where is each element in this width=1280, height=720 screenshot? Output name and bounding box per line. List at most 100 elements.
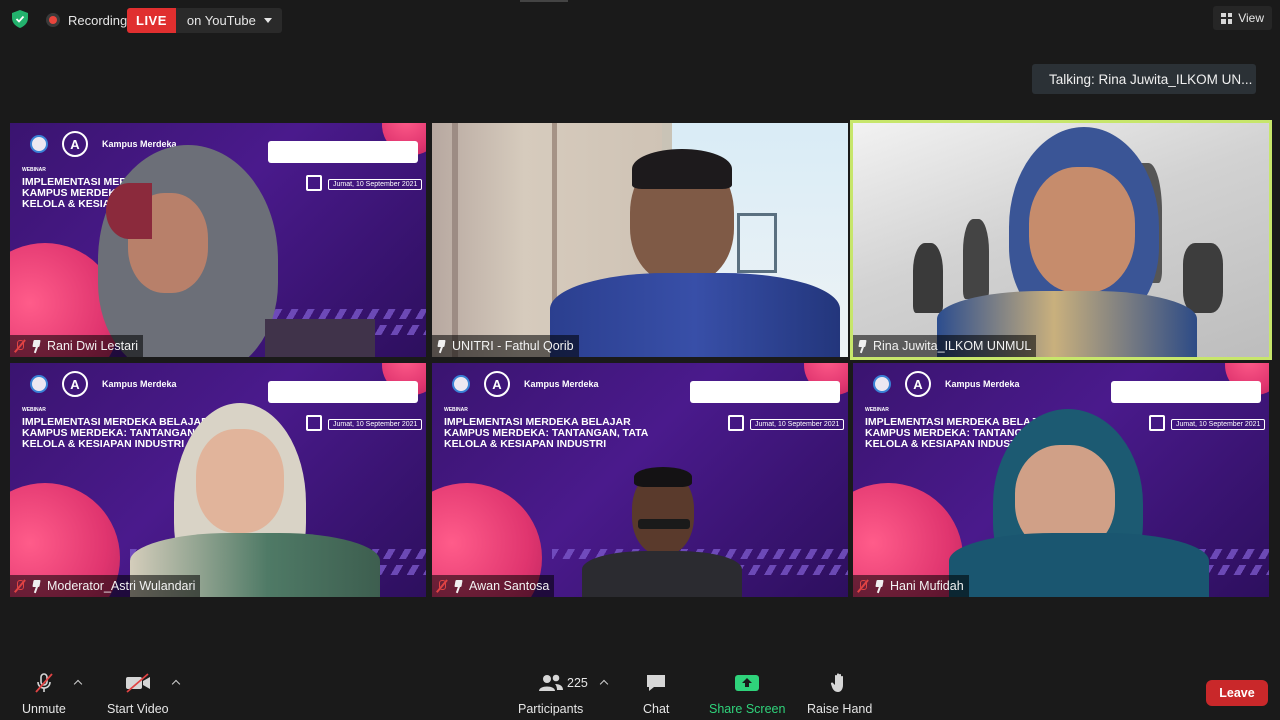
webinar-headline: Implementasi Merdeka Belajar Kampus Merd… [444,416,648,450]
gallery-grid-icon [1221,12,1233,24]
recording-label: Recording [68,12,128,28]
recording-icon [46,13,60,27]
recording-indicator[interactable]: Recording [40,8,133,32]
spotlight-pin-icon [857,340,868,353]
spotlight-pin-icon [436,340,447,353]
raise-hand-icon [830,673,843,692]
webinar-label: WEBINAR [22,167,46,173]
active-speaker-indicator: Talking: Rina Juwita_ILKOM UN... [1032,64,1256,94]
video-tile-fathul[interactable]: UNITRI - Fathul Qorib [432,123,848,357]
live-stream-dropdown[interactable]: LIVE on YouTube [127,8,282,33]
chat-label: Chat [643,702,670,716]
participants-icon [538,674,563,691]
audio-options-chevron-icon[interactable] [74,679,82,687]
top-drag-handle[interactable] [520,0,568,2]
participant-clothing [949,533,1209,597]
calendar-icon [306,415,322,431]
participant-name: Moderator_Astri Wulandari [47,579,196,593]
accreditation-logo-icon: A [62,131,88,157]
partner-logos: A Kampus Merdeka [873,371,1020,397]
participant-name: Rina Juwita_ILKOM UNMUL [873,339,1032,353]
university-logo-icon [873,375,891,393]
sponsor-strip [690,381,840,403]
view-button[interactable]: View [1213,6,1272,30]
webinar-label: WEBINAR [22,407,46,413]
participant-hair [632,149,732,189]
event-date: Jumat, 10 September 2021 [328,419,423,430]
participant-name: Awan Santosa [469,579,550,593]
participant-face [196,429,284,533]
university-logo-icon [452,375,470,393]
leave-button[interactable]: Leave [1206,680,1268,706]
background-person-1 [913,243,943,313]
sponsor-strip [268,141,418,163]
university-logo-icon [30,375,48,393]
kampus-merdeka-logo: Kampus Merdeka [524,378,599,389]
mic-muted-icon [857,579,869,593]
participant-glasses [638,519,690,529]
accreditation-logo-icon: A [905,371,931,397]
participants-options-chevron-icon[interactable] [600,679,608,687]
share-screen-button[interactable]: Share Screen [709,672,785,716]
webinar-label: WEBINAR [865,407,889,413]
chat-button[interactable]: Chat [643,672,669,716]
mic-muted-icon [14,339,26,353]
video-options-chevron-icon[interactable] [172,679,180,687]
participant-name: Rani Dwi Lestari [47,339,139,353]
live-target: on YouTube [176,8,282,33]
share-screen-label: Share Screen [709,702,786,716]
participant-name-tag: UNITRI - Fathul Qorib [432,335,579,357]
participant-name-tag: Rina Juwita_ILKOM UNMUL [853,335,1037,357]
background-person-2 [963,219,989,299]
spotlight-pin-icon [31,580,42,593]
kampus-merdeka-logo: Kampus Merdeka [102,378,177,389]
university-logo-icon [30,135,48,153]
kampus-merdeka-logo: Kampus Merdeka [102,138,177,149]
calendar-icon [728,415,744,431]
live-target-label: on YouTube [186,13,256,28]
mic-muted-icon [14,579,26,593]
chat-icon-wrap [645,672,667,694]
sponsor-strip [268,381,418,403]
participants-icon-wrap [538,672,564,694]
video-tile-rani[interactable]: A Kampus Merdeka Jumat, 10 September 202… [10,123,426,357]
video-tile-hani[interactable]: A Kampus Merdeka Jumat, 10 September 202… [853,363,1269,597]
unmute-button[interactable]: Unmute [22,672,66,716]
unmute-label: Unmute [22,702,66,716]
zoom-meeting-window: Recording LIVE on YouTube View Talking: … [0,0,1280,720]
share-icon-wrap [734,672,760,694]
mic-muted-icon [436,579,448,593]
accreditation-logo-icon: A [484,371,510,397]
calendar-icon [1149,415,1165,431]
caret-down-icon [263,18,272,23]
share-screen-icon [735,675,760,691]
mic-muted-icon [35,673,53,693]
participant-name: Hani Mufidah [890,579,964,593]
video-icon-wrap [124,672,152,694]
spotlight-pin-icon [31,340,42,353]
participant-name-tag: Hani Mufidah [853,575,969,597]
webinar-label: WEBINAR [444,407,468,413]
video-tile-rina-active-speaker[interactable]: Rina Juwita_ILKOM UNMUL [850,120,1272,360]
unmute-icon-wrap [33,672,55,694]
participant-name-tag: Rani Dwi Lestari [10,335,144,357]
participant-name: UNITRI - Fathul Qorib [452,339,574,353]
participant-name-tag: Awan Santosa [432,575,555,597]
calendar-icon [306,175,322,191]
start-video-button[interactable]: Start Video [107,672,169,716]
event-date: Jumat, 10 September 2021 [328,179,423,190]
participant-clothing [582,551,742,597]
video-tile-astri[interactable]: A Kampus Merdeka Jumat, 10 September 202… [10,363,426,597]
chat-bubble-icon [647,675,666,691]
spotlight-pin-icon [453,580,464,593]
participants-label: Participants [518,702,584,716]
kampus-merdeka-logo: Kampus Merdeka [945,378,1020,389]
spotlight-pin-icon [874,580,885,593]
partner-logos: A Kampus Merdeka [452,371,599,397]
participant-inner-hijab [106,183,152,239]
security-shield-icon[interactable] [12,10,28,28]
event-date: Jumat, 10 September 2021 [1171,419,1266,430]
video-tile-awan[interactable]: A Kampus Merdeka Jumat, 10 September 202… [432,363,848,597]
raise-hand-button[interactable]: Raise Hand [807,672,872,716]
view-label: View [1238,11,1264,25]
